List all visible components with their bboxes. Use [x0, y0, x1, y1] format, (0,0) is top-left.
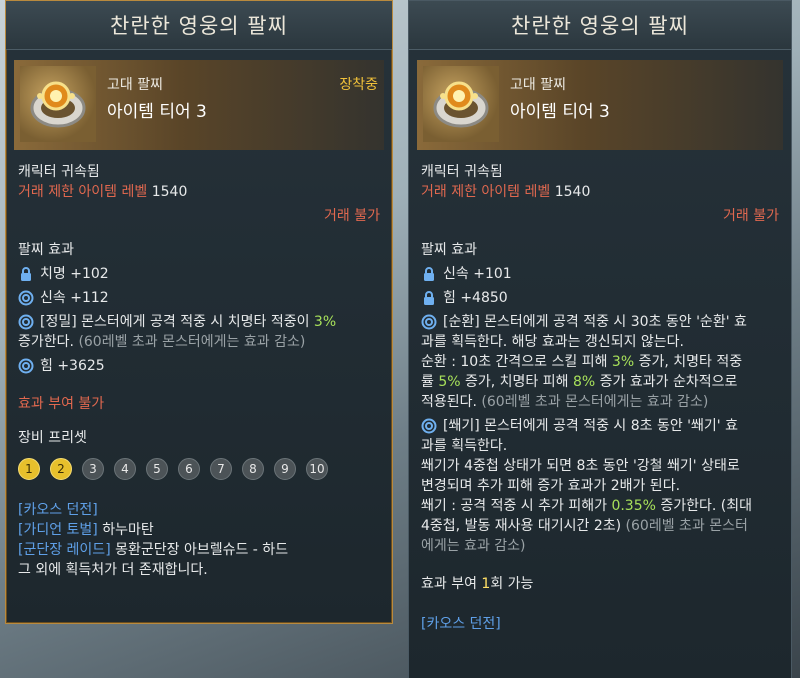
preset-button[interactable]: 10	[306, 458, 328, 480]
trade-limit-label: 거래 제한 아이템 레벨	[18, 184, 148, 200]
item-header: 고대 팔찌 아이템 티어 3 장착중	[14, 60, 384, 150]
stat-row: 신속 +101	[421, 264, 779, 284]
source-item: [군단장 레이드] 몽환군단장 아브렐슈드 - 하드	[18, 540, 380, 560]
lock-icon	[421, 266, 437, 282]
effect-text: [정밀] 몬스터에게 공격 적중 시 치명타 적중이	[40, 314, 314, 330]
source-more: 그 외에 획득처가 더 존재합니다.	[18, 562, 208, 578]
effect-text: 순환 : 10초 간격으로 스킬 피해 3% 증가, 치명타 적중	[421, 354, 743, 370]
preset-button[interactable]: 1	[18, 458, 40, 480]
trade-limit-label: 거래 제한 아이템 레벨	[421, 184, 551, 200]
effect-text: [순환] 몬스터에게 공격 적중 시 30초 동안 '순환' 효	[443, 314, 747, 330]
preset-button[interactable]: 6	[178, 458, 200, 480]
stat-value: 치명 +102	[40, 266, 109, 282]
no-trade-label: 거래 불가	[324, 208, 380, 224]
equipped-badge: 장착중	[339, 77, 378, 93]
swirl-icon	[421, 314, 437, 330]
item-header: 고대 팔찌 아이템 티어 3	[417, 60, 783, 150]
stat-row: 힘 +4850	[421, 288, 779, 308]
effect-row: [쐐기] 몬스터에게 공격 적중 시 8초 동안 '쐐기' 효	[421, 416, 779, 436]
effect-text: 과를 획득한다.	[421, 438, 508, 454]
source-item: [가디언 토벌] 하누마탄	[18, 520, 380, 540]
stat-row: 신속 +112	[18, 288, 380, 308]
effect-header: 팔찌 효과	[421, 242, 477, 258]
effect-text: 쐐기가 4중첩 상태가 되면 8초 동안 '강철 쐐기' 상태로	[421, 458, 740, 474]
equipped-item-tooltip: 찬란한 영웅의 팔찌 고대 팔찌 아이템 티어 3 장착중 캐릭터 귀속됨 거래…	[5, 0, 393, 624]
lock-icon	[18, 266, 34, 282]
source-name: 하누마탄	[102, 522, 154, 538]
effect-text: 률 5% 증가, 치명타 피해 8% 증가 효과가 순차적으로	[421, 374, 738, 390]
source-item: [카오스 던전]	[18, 502, 98, 518]
bracelet-icon	[20, 66, 96, 142]
preset-button[interactable]: 5	[146, 458, 168, 480]
stat-value: 힘 +3625	[40, 358, 105, 374]
effect-text: 쐐기 : 공격 적중 시 추가 피해가 0.35% 증가한다. (최대	[421, 498, 753, 514]
bound-status: 캐릭터 귀속됨	[421, 164, 503, 180]
source-list: [카오스 던전] [가디언 토벌] 하누마탄 [군단장 레이드] 몽환군단장 아…	[18, 500, 380, 580]
preset-list: 1 2 3 4 5 6 7 8 9 10	[18, 458, 380, 480]
stat-value: 힘 +4850	[443, 290, 508, 306]
preset-header: 장비 프리셋	[18, 430, 87, 446]
lock-icon	[421, 290, 437, 306]
effect-text: [쐐기] 몬스터에게 공격 적중 시 8초 동안 '쐐기' 효	[443, 418, 738, 434]
swirl-icon	[18, 358, 34, 374]
no-trade-label: 거래 불가	[723, 208, 779, 224]
bound-status: 캐릭터 귀속됨	[18, 164, 100, 180]
stat-value: 신속 +112	[40, 290, 109, 306]
effect-text: 증가한다.	[18, 334, 74, 350]
stat-row: 힘 +3625	[18, 356, 380, 376]
source-category: [군단장 레이드]	[18, 542, 111, 558]
trade-limit: 거래 제한 아이템 레벨 1540	[421, 182, 779, 202]
effect-text: 4중첩, 발동 재사용 대기시간 2초) (60레벨 초과 몬스터	[421, 518, 748, 534]
no-effect-grant: 효과 부여 불가	[18, 396, 105, 412]
trade-limit: 거래 제한 아이템 레벨 1540	[18, 182, 380, 202]
stat-row: 치명 +102	[18, 264, 380, 284]
effect-value: 3%	[313, 314, 337, 330]
effect-text: 변경되며 추가 피해 증가 효과가 2배가 된다.	[421, 478, 681, 494]
item-title: 찬란한 영웅의 팔찌	[409, 1, 791, 50]
effect-row: [정밀] 몬스터에게 공격 적중 시 치명타 적중이 3%	[18, 312, 380, 332]
effect-text: 과를 획득한다. 해당 효과는 갱신되지 않는다.	[421, 334, 684, 350]
source-category: [가디언 토벌]	[18, 522, 98, 538]
item-tier: 아이템 티어 3	[510, 102, 610, 122]
preset-button[interactable]: 2	[50, 458, 72, 480]
effect-row: [순환] 몬스터에게 공격 적중 시 30초 동안 '순환' 효	[421, 312, 779, 332]
preset-button[interactable]: 4	[114, 458, 136, 480]
source-item: [카오스 던전]	[421, 616, 501, 632]
effect-note: 에게는 효과 감소)	[421, 538, 526, 554]
stat-value: 신속 +101	[443, 266, 512, 282]
effect-header: 팔찌 효과	[18, 242, 74, 258]
item-grade: 고대 팔찌	[107, 77, 163, 93]
swirl-icon	[18, 290, 34, 306]
trade-limit-value: 1540	[151, 184, 188, 200]
trade-limit-value: 1540	[554, 184, 591, 200]
item-grade: 고대 팔찌	[510, 77, 566, 93]
preset-button[interactable]: 8	[242, 458, 264, 480]
preset-button[interactable]: 3	[82, 458, 104, 480]
source-name: 몽환군단장 아브렐슈드 - 하드	[115, 542, 289, 558]
preset-button[interactable]: 9	[274, 458, 296, 480]
item-title: 찬란한 영웅의 팔찌	[6, 1, 392, 50]
effect-note: (60레벨 초과 몬스터에게는 효과 감소)	[78, 334, 306, 350]
swirl-icon	[18, 314, 34, 330]
effect-text: 적용된다. (60레벨 초과 몬스터에게는 효과 감소)	[421, 394, 709, 410]
effect-text-cont: 증가한다. (60레벨 초과 몬스터에게는 효과 감소)	[18, 332, 380, 352]
effect-grant-count: 효과 부여 1회 가능	[421, 576, 534, 592]
item-tier: 아이템 티어 3	[107, 102, 207, 122]
compare-item-tooltip: 찬란한 영웅의 팔찌 고대 팔찌 아이템 티어 3 캐릭터 귀속됨 거래 제한 …	[408, 0, 792, 678]
preset-button[interactable]: 7	[210, 458, 232, 480]
swirl-icon	[421, 418, 437, 434]
bracelet-icon	[423, 66, 499, 142]
